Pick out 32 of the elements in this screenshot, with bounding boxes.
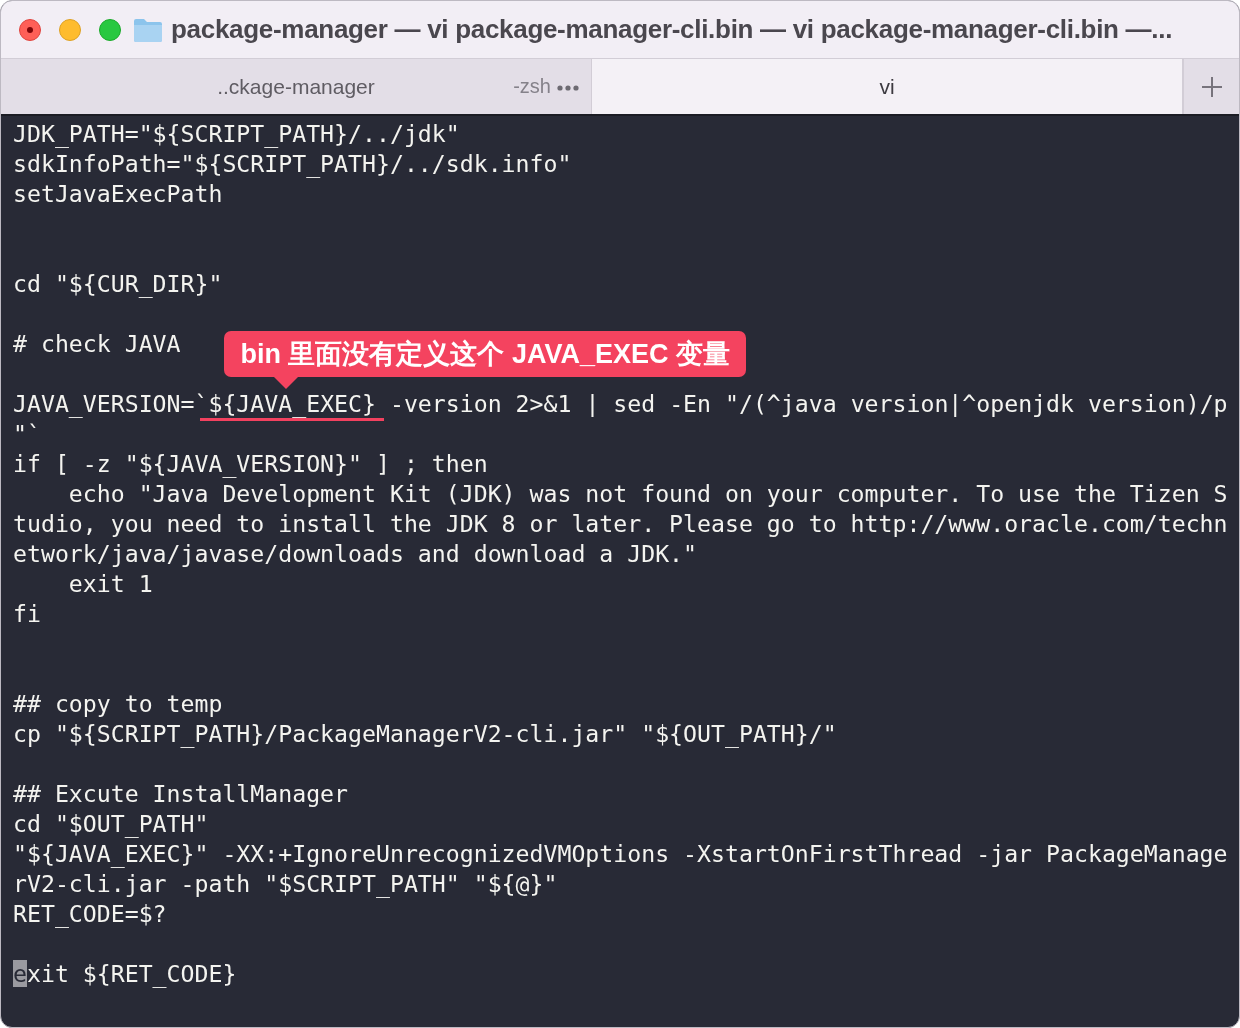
code-line: "` [13,420,41,447]
code-text: -version 2>&1 | sed -En "/(^java version|^openjdk version)/p [388,390,1228,417]
callout-pointer [274,377,299,389]
code-line: # check JAVA [13,330,181,357]
code-line: etwork/java/javase/downloads and download a JDK." [13,540,698,567]
code-line: fi [13,600,41,627]
tab[interactable]: vi [592,59,1183,114]
code-line: exit 1 [67,570,153,597]
code-line: ## copy to temp [13,690,223,717]
code-line: setJavaExecPath [13,180,223,207]
code-line: JDK_PATH="${SCRIPT_PATH}/../jdk" [13,120,460,147]
code-line: cp "${SCRIPT_PATH}/PackageManagerV2-cli.jar" "${OUT_PATH}/" [13,720,837,747]
code-line: ## Excute InstallManager [13,780,349,807]
more-icon [557,85,579,91]
code-line: RET_CODE=$? [13,900,167,927]
code-line: if [ -z "${JAVA_VERSION}" ] ; then [13,450,488,477]
annotation-callout: bin 里面没有定义这个 JAVA_EXEC 变量 [224,331,746,377]
folder-icon [133,16,163,43]
code-line: sdkInfoPath="${SCRIPT_PATH}/../sdk.info" [13,150,572,177]
close-button[interactable] [19,18,41,41]
code-text: xit ${RET_CODE} [26,960,237,987]
text-cursor: e [13,960,27,987]
window-title: package-manager — vi package-manager-cli.bin — vi package-manager-cli.bin —... [171,14,1173,45]
code-line: cd "${CUR_DIR}" [13,270,223,297]
code-line: "${JAVA_EXEC}" -XX:+IgnoreUnrecognizedVMOptions -XstartOnFirstThread -jar PackageManage [13,840,1228,867]
code-line: rV2-cli.jar -path "$SCRIPT_PATH" "${@}" [13,870,558,897]
code-line: tudio, you need to install the JDK 8 or later. Please go to http://www.oracle.com/techn [13,510,1228,537]
code-line: echo "Java Development Kit (JDK) was not found on your computer. To use the Tizen S [67,480,1228,507]
minimize-button[interactable] [59,18,81,41]
zoom-button[interactable] [99,18,121,41]
code-line: cd "$OUT_PATH" [13,810,209,837]
plus-icon [1200,75,1223,98]
